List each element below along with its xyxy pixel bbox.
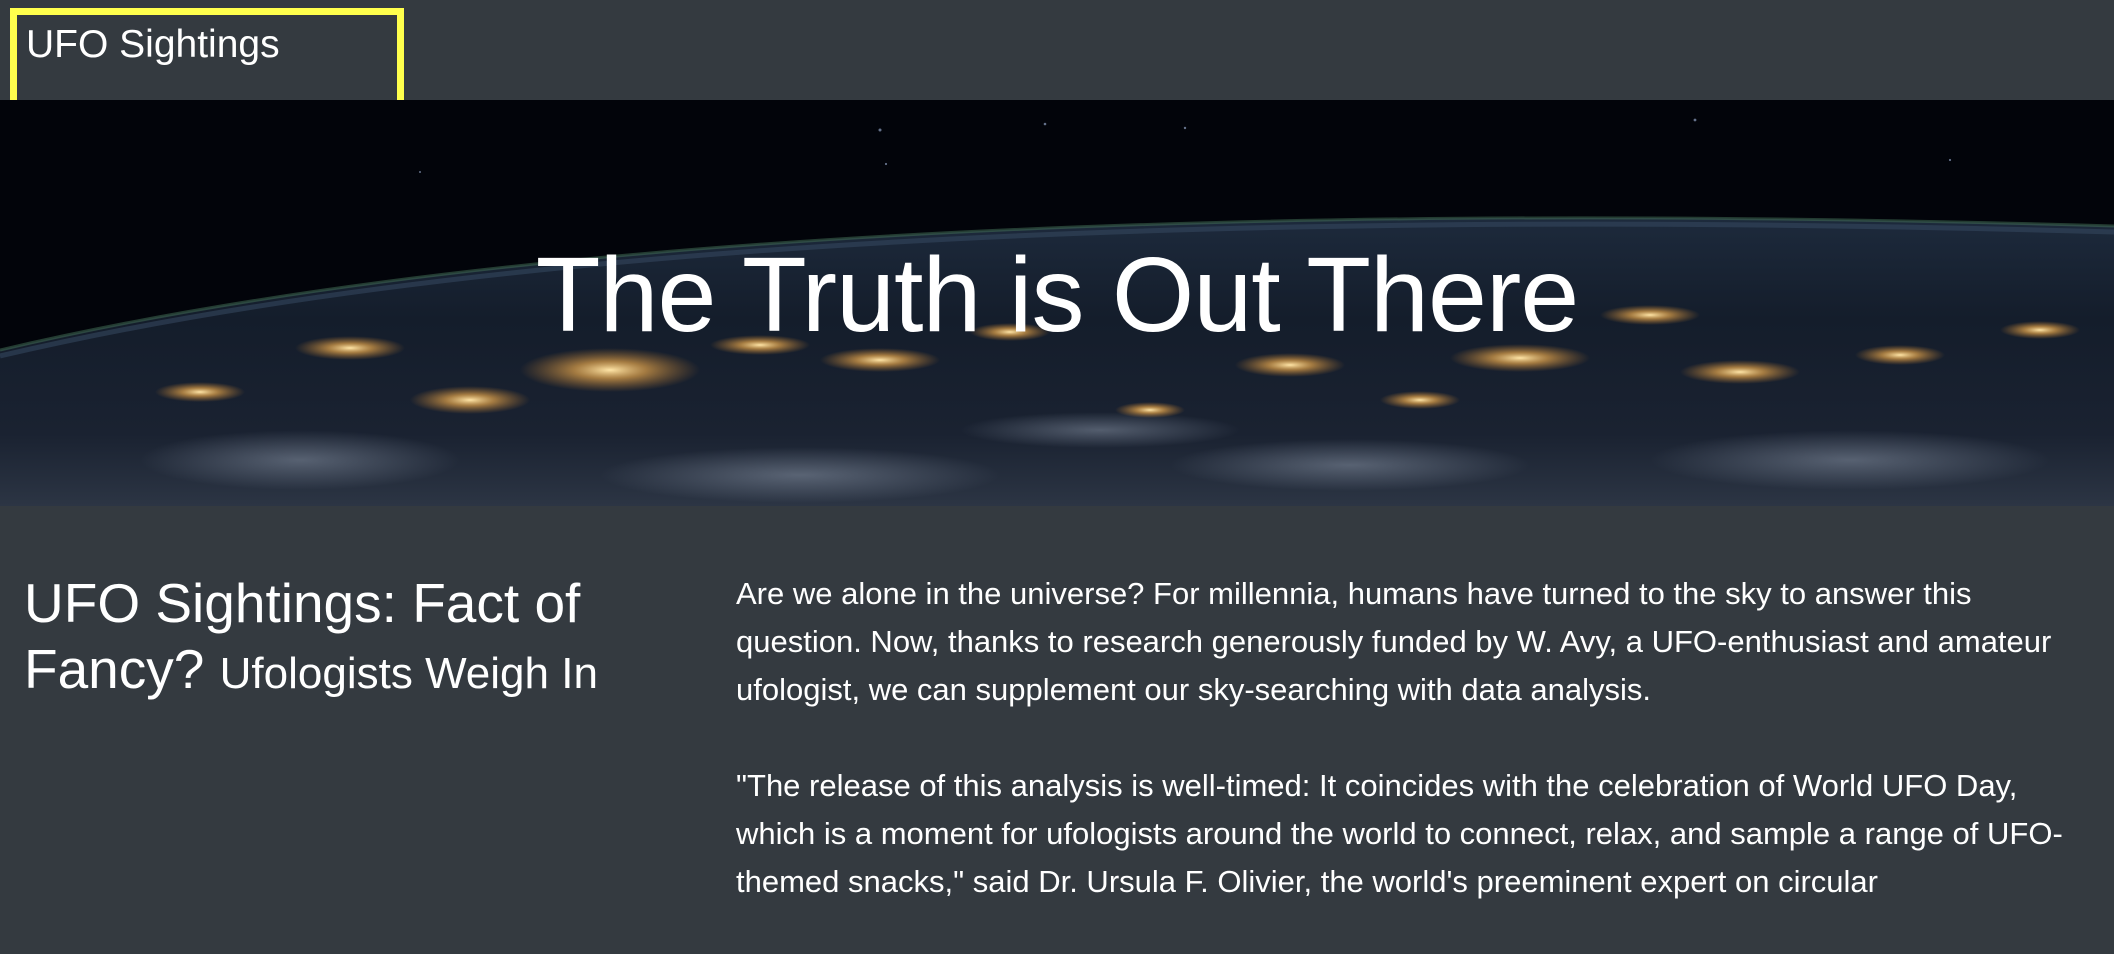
hero-title: The Truth is Out There (535, 236, 1579, 354)
brand-highlight-box (10, 8, 404, 112)
hero-banner: The Truth is Out There (0, 100, 2114, 506)
article-heading: UFO Sightings: Fact of Fancy? Ufologists… (24, 570, 684, 707)
article-body: Are we alone in the universe? For millen… (736, 570, 2096, 954)
article-paragraph-2: "The release of this analysis is well-ti… (736, 768, 2063, 899)
article-paragraph-1: Are we alone in the universe? For millen… (736, 576, 2052, 707)
article-subheading: Ufologists Weigh In (219, 649, 598, 698)
